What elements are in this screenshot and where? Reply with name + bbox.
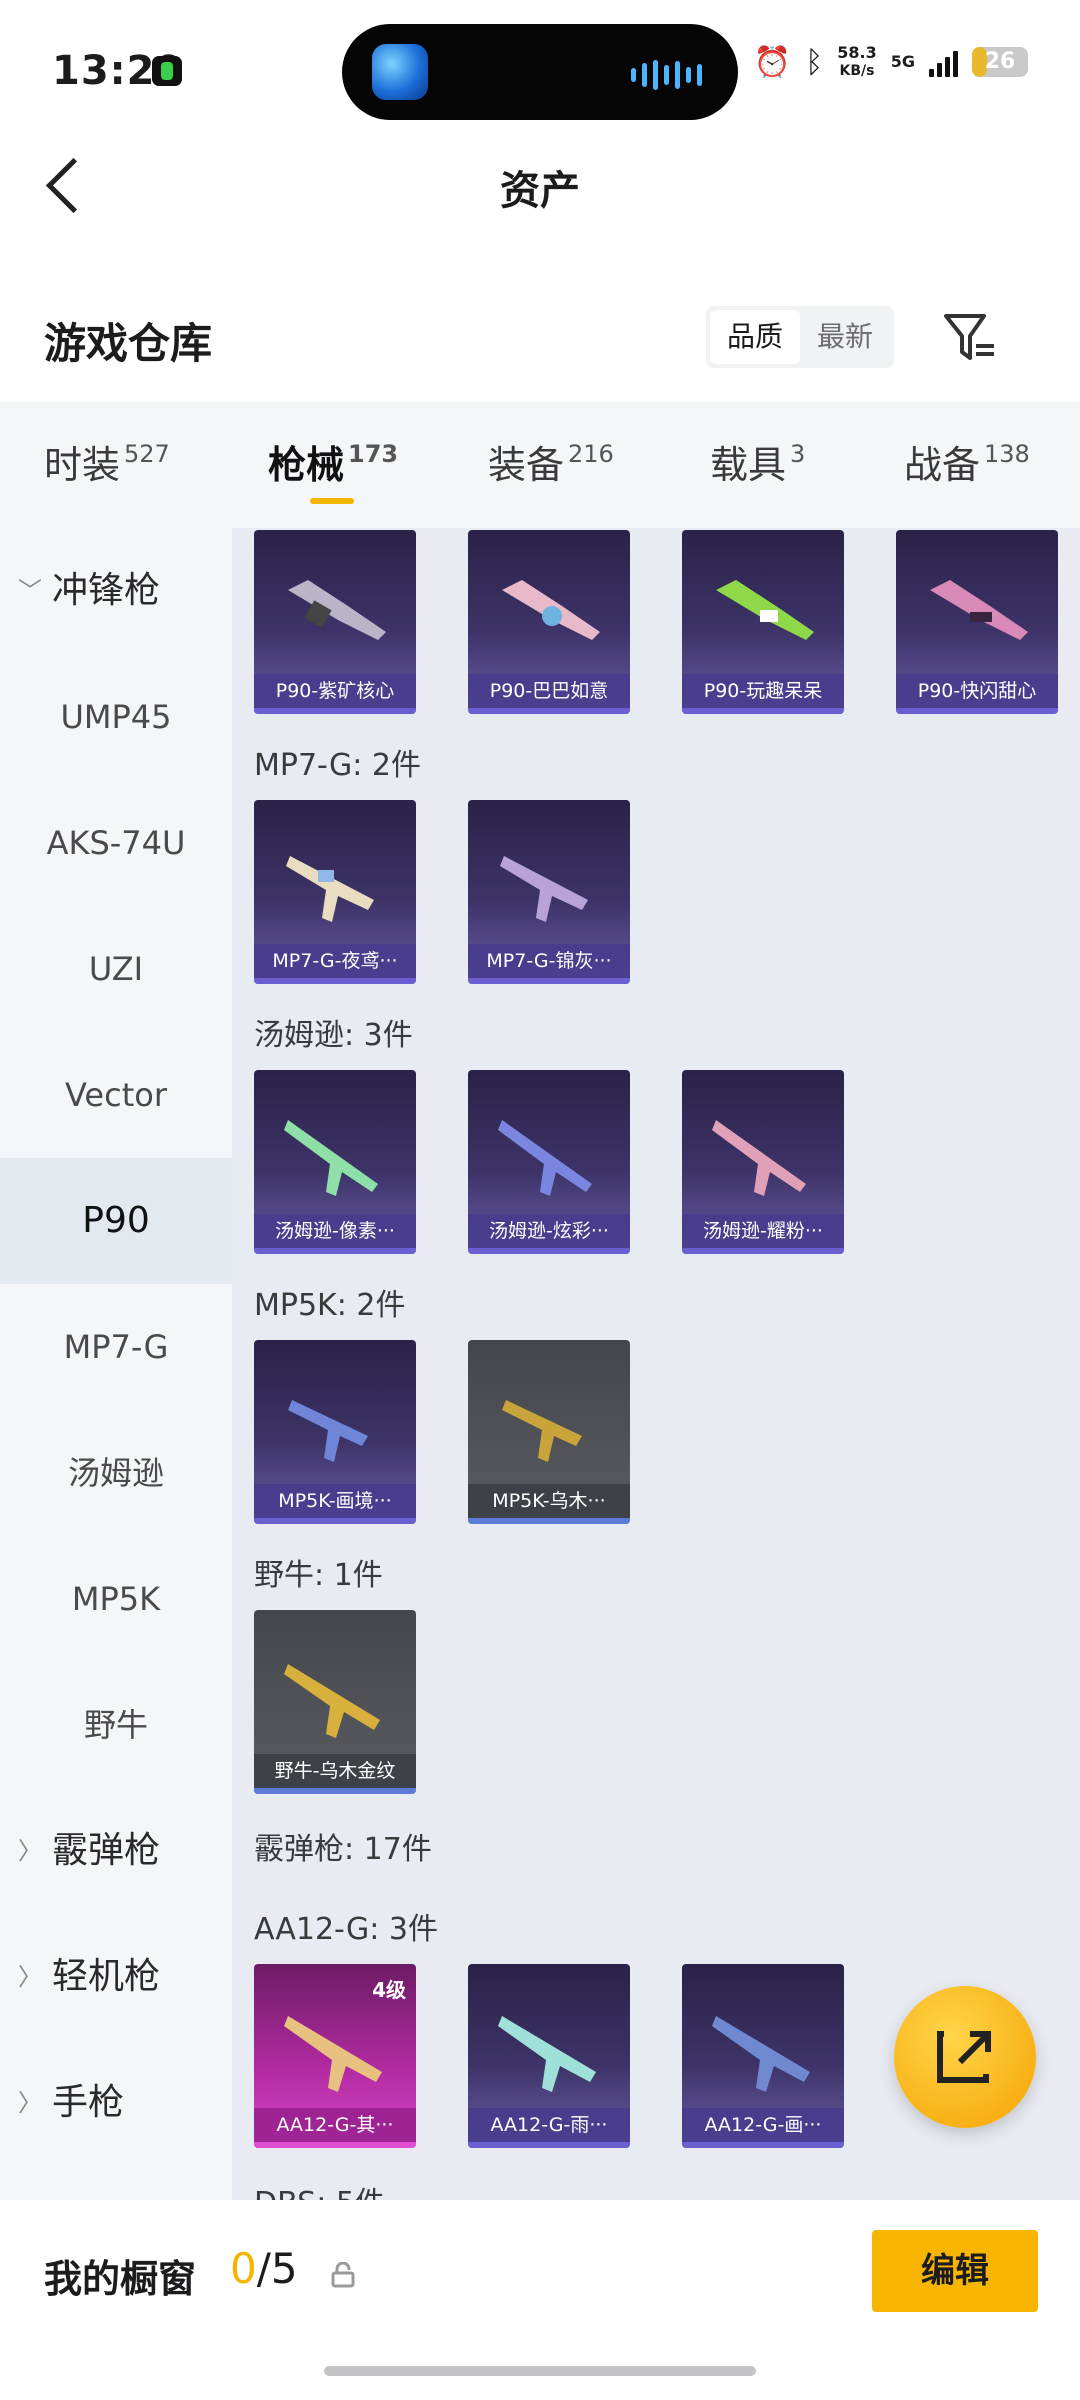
chevron-right-icon: 〉 (18, 2089, 42, 2117)
group-title-shotgun: 霰弹枪: 17件 (254, 1832, 432, 1867)
weapon-card[interactable]: MP5K-画境··· (254, 1340, 416, 1524)
nav-group-lmg[interactable]: 〉轻机枪 (0, 1914, 232, 2040)
chevron-right-icon: 〉 (18, 1837, 42, 1865)
net-speed: 58.3 KB/s (837, 43, 877, 80)
chevron-right-icon: 〉 (18, 1963, 42, 1991)
showcase-count: 0/5 (230, 2244, 298, 2293)
active-tab-indicator (310, 498, 354, 504)
mp5k-skin-icon (502, 1400, 582, 1462)
tab-equipment[interactable]: 装备 216 (488, 434, 614, 489)
weapon-card[interactable]: 野牛-乌木金纹 (254, 1610, 416, 1794)
thompson-skin-icon (284, 1120, 378, 1196)
nav-group-shotgun[interactable]: 〉霰弹枪 (0, 1788, 232, 1914)
showcase-title: 我的橱窗 (44, 2257, 197, 2301)
group-title-dbs: DBS: 5件 (254, 2178, 385, 2200)
group-title-mp7g: MP7-G: 2件 (254, 748, 421, 783)
thompson-skin-icon (498, 1120, 592, 1196)
status-bar: 13:29 ⏰ ᛒ 58.3 KB/s 5G 26 (0, 0, 1080, 140)
nav-item-mp7g[interactable]: MP7-G (0, 1284, 232, 1410)
tab-fashion[interactable]: 时装 527 (44, 434, 170, 489)
app-header: 资产 (0, 140, 1080, 230)
sort-option-newest[interactable]: 最新 (800, 310, 890, 364)
p90-skin-icon (930, 580, 1028, 640)
p90-skin-icon (716, 580, 814, 640)
category-tabs: 时装 527 枪械 173 装备 216 载具 3 战备 138 (0, 402, 1080, 528)
filter-icon[interactable] (940, 308, 1000, 368)
weapon-card[interactable]: MP7-G-夜鸢··· (254, 800, 416, 984)
nav-group-smg[interactable]: ﹀ 冲锋枪 (0, 528, 232, 654)
p90-skin-icon (502, 580, 600, 640)
nav-item-vector[interactable]: Vector (0, 1032, 232, 1158)
section-title: 游戏仓库 (44, 319, 213, 368)
tab-supplies[interactable]: 战备 138 (904, 434, 1030, 489)
share-fab[interactable] (894, 1986, 1036, 2128)
weapon-card[interactable]: MP5K-乌木··· (468, 1340, 630, 1524)
weapon-card[interactable]: AA12-G-画··· (682, 1964, 844, 2148)
weapon-card[interactable]: 4级 AA12-G-其··· (254, 1964, 416, 2148)
battery-icon: 26 (972, 47, 1028, 77)
group-title-bison: 野牛: 1件 (254, 1558, 383, 1593)
weapon-card[interactable]: P90-紫矿核心 (254, 530, 416, 714)
page-title: 资产 (500, 168, 580, 214)
battery-level: 26 (984, 49, 1016, 74)
mp7g-skin-icon (286, 856, 374, 922)
media-thumbnail-icon (372, 44, 428, 100)
nav-item-aks74u[interactable]: AKS-74U (0, 780, 232, 906)
tab-vehicles[interactable]: 载具 3 (710, 434, 805, 489)
sort-option-quality[interactable]: 品质 (710, 310, 800, 364)
p90-skin-icon (288, 580, 386, 640)
dynamic-island[interactable] (342, 24, 738, 120)
alarm-icon: ⏰ (753, 44, 792, 80)
weapon-card[interactable]: P90-巴巴如意 (468, 530, 630, 714)
nav-item-uzi[interactable]: UZI (0, 906, 232, 1032)
showcase-bar: 我的橱窗 0/5 编辑 (0, 2200, 1080, 2340)
weapon-category-nav: ﹀ 冲锋枪 UMP45 AKS-74U UZI Vector P90 MP7-G … (0, 528, 232, 2200)
mp7g-skin-icon (500, 856, 588, 922)
nav-item-ump45[interactable]: UMP45 (0, 654, 232, 780)
group-title-thompson: 汤姆逊: 3件 (254, 1018, 413, 1053)
share-icon (937, 2031, 991, 2083)
weapon-card[interactable]: P90-快闪甜心 (896, 530, 1058, 714)
weapon-grid: P90-紫矿核心 P90-巴巴如意 P90-玩趣呆呆 P90-快闪甜心 MP7-… (232, 528, 1080, 2200)
status-indicators: ⏰ ᛒ 58.3 KB/s 5G 26 (754, 44, 1028, 80)
thompson-skin-icon (712, 1120, 806, 1196)
network-type: 5G (890, 52, 915, 71)
aa12g-skin-icon (712, 2016, 810, 2092)
weapon-card[interactable]: 汤姆逊-炫彩··· (468, 1070, 630, 1254)
weapon-card[interactable]: MP7-G-锦灰··· (468, 800, 630, 984)
aa12g-skin-icon (498, 2016, 596, 2092)
chevron-down-icon: ﹀ (18, 577, 42, 605)
nav-item-p90[interactable]: P90 (0, 1158, 232, 1284)
weapon-card[interactable]: P90-玩趣呆呆 (682, 530, 844, 714)
weapon-card[interactable]: 汤姆逊-耀粉··· (682, 1070, 844, 1254)
sort-toggle: 品质 最新 (706, 306, 894, 368)
home-indicator[interactable] (324, 2366, 756, 2376)
audio-wave-icon (631, 60, 702, 90)
bluetooth-icon: ᛒ (805, 44, 824, 80)
lock-icon (331, 2262, 355, 2288)
group-title-aa12g: AA12-G: 3件 (254, 1912, 438, 1947)
nav-group-pistol[interactable]: 〉手枪 (0, 2040, 232, 2166)
weapon-card[interactable]: 汤姆逊-像素··· (254, 1070, 416, 1254)
nav-item-thompson[interactable]: 汤姆逊 (0, 1410, 232, 1536)
notification-app-icon (152, 56, 182, 86)
group-title-mp5k: MP5K: 2件 (254, 1288, 406, 1323)
weapon-card[interactable]: AA12-G-雨··· (468, 1964, 630, 2148)
aa12g-skin-icon (284, 2016, 382, 2092)
edit-button[interactable]: 编辑 (872, 2230, 1038, 2312)
nav-item-bison[interactable]: 野牛 (0, 1662, 232, 1788)
bison-skin-icon (284, 1664, 380, 1738)
nav-item-mp5k[interactable]: MP5K (0, 1536, 232, 1662)
tab-guns[interactable]: 枪械 173 (268, 434, 398, 489)
signal-icon (929, 47, 958, 77)
mp5k-skin-icon (288, 1400, 368, 1462)
